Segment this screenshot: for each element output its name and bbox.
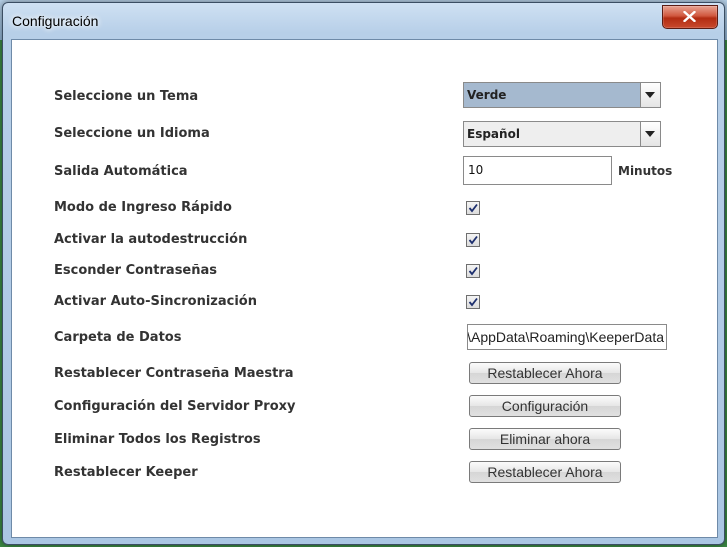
check-icon xyxy=(468,297,478,307)
delete-records-label: Eliminar Todos los Registros xyxy=(54,432,261,447)
proxy-label: Configuración del Servidor Proxy xyxy=(54,399,296,414)
hide-passwords-checkbox[interactable] xyxy=(466,264,480,278)
language-select[interactable]: Español xyxy=(463,121,661,147)
reset-keeper-label: Restablecer Keeper xyxy=(54,465,198,480)
auto-sync-label: Activar Auto-Sincronización xyxy=(54,294,257,309)
check-icon xyxy=(468,266,478,276)
chevron-down-icon[interactable] xyxy=(640,122,660,146)
chevron-down-icon[interactable] xyxy=(640,83,660,107)
delete-records-button[interactable]: Eliminar ahora xyxy=(469,428,621,450)
theme-label: Seleccione un Tema xyxy=(54,89,199,104)
language-label: Seleccione un Idioma xyxy=(54,126,210,141)
language-select-value: Español xyxy=(467,127,520,141)
settings-dialog: Configuración Seleccione un Tema Verde S… xyxy=(2,2,725,545)
data-folder-label: Carpeta de Datos xyxy=(54,330,182,345)
data-folder-value: \AppData\Roaming\KeeperData xyxy=(467,329,664,345)
auto-logout-label: Salida Automática xyxy=(54,164,188,179)
auto-logout-unit: Minutos xyxy=(618,164,673,178)
check-icon xyxy=(468,203,478,213)
settings-panel: Seleccione un Tema Verde Seleccione un I… xyxy=(11,39,718,538)
dialog-title: Configuración xyxy=(12,13,99,29)
close-icon xyxy=(683,11,696,22)
quick-login-checkbox[interactable] xyxy=(466,201,480,215)
theme-select-value: Verde xyxy=(467,88,507,102)
reset-keeper-button[interactable]: Restablecer Ahora xyxy=(469,461,621,483)
hide-passwords-label: Esconder Contraseñas xyxy=(54,263,218,278)
check-icon xyxy=(468,235,478,245)
auto-logout-input[interactable]: 10 xyxy=(463,156,612,185)
close-button[interactable] xyxy=(662,5,718,29)
title-bar[interactable]: Configuración xyxy=(3,3,724,39)
data-folder-input[interactable]: \AppData\Roaming\KeeperData xyxy=(467,324,667,350)
reset-master-label: Restablecer Contraseña Maestra xyxy=(54,366,294,381)
reset-master-button[interactable]: Restablecer Ahora xyxy=(469,362,621,384)
quick-login-label: Modo de Ingreso Rápido xyxy=(54,200,232,215)
proxy-config-button[interactable]: Configuración xyxy=(469,395,621,417)
theme-select[interactable]: Verde xyxy=(463,82,661,108)
auto-sync-checkbox[interactable] xyxy=(466,295,480,309)
self-destruct-checkbox[interactable] xyxy=(466,233,480,247)
self-destruct-label: Activar la autodestrucción xyxy=(54,232,248,247)
